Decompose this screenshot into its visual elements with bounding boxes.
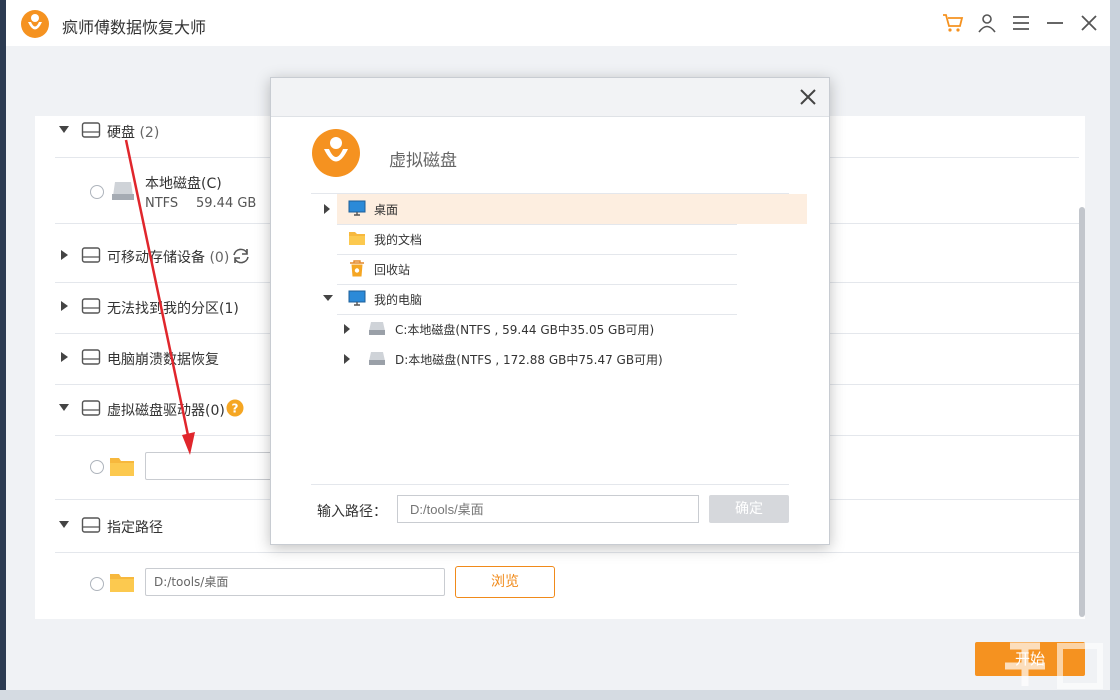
disk-size: 59.44 GB	[196, 196, 257, 211]
chevron-right-icon[interactable]	[61, 352, 69, 362]
tree-item-desktop[interactable]: 桌面	[324, 194, 807, 224]
chevron-down-icon[interactable]	[59, 404, 69, 412]
disk-filesystem: NTFS	[145, 196, 179, 211]
help-icon[interactable]: ?	[226, 399, 244, 417]
folder-icon	[349, 232, 365, 245]
section-label: 指定路径	[107, 520, 163, 536]
chevron-right-icon[interactable]	[61, 250, 69, 260]
hard-drive-icon	[81, 247, 101, 263]
tree-item-recycle-bin[interactable]: 回收站	[337, 254, 807, 284]
section-label: 虚拟磁盘驱动器(0)	[107, 403, 225, 419]
chevron-down-icon[interactable]	[323, 295, 333, 302]
divider	[311, 484, 789, 485]
virtual-disk-dialog: 虚拟磁盘 桌面 我的文档 回收站 我的电脑 C:本地磁盘(NTFS , 59.4…	[270, 77, 830, 545]
list-item-specified-path[interactable]: 浏览	[55, 552, 1079, 616]
dialog-header	[271, 78, 829, 117]
tree-item-label: 我的文档	[374, 233, 423, 247]
virtual-disk-path-input[interactable]	[145, 452, 285, 480]
section-label: 电脑崩溃数据恢复	[107, 352, 219, 368]
hard-drive-icon	[81, 122, 101, 138]
folder-icon	[110, 574, 134, 592]
radio-button[interactable]	[90, 185, 104, 199]
cart-icon[interactable]	[940, 10, 966, 36]
path-label: 输入路径：	[317, 504, 387, 520]
minimize-icon[interactable]	[1042, 10, 1068, 36]
hard-drive-icon	[81, 298, 101, 314]
app-logo-icon	[312, 129, 360, 177]
disk-drive-icon	[112, 182, 134, 200]
section-label: 硬盘 (2)	[107, 125, 160, 141]
chevron-down-icon[interactable]	[59, 126, 69, 134]
specified-path-input[interactable]	[145, 568, 445, 596]
close-icon[interactable]	[797, 86, 819, 108]
tree-item-label: 桌面	[374, 203, 399, 217]
hard-drive-icon	[81, 517, 101, 533]
disk-drive-icon	[369, 322, 385, 335]
desktop-background-right	[1110, 0, 1120, 700]
app-title: 疯师傅数据恢复大师	[62, 18, 207, 37]
chevron-right-icon[interactable]	[344, 324, 351, 334]
tree-item-drive-c[interactable]: C:本地磁盘(NTFS , 59.44 GB中35.05 GB可用)	[344, 314, 827, 344]
disk-drive-icon	[369, 352, 385, 365]
monitor-icon	[348, 200, 366, 216]
folder-icon	[110, 458, 134, 476]
scrollbar[interactable]	[1079, 207, 1085, 617]
chevron-right-icon[interactable]	[61, 301, 69, 311]
tree-item-label: 回收站	[374, 263, 411, 277]
app-logo-icon	[21, 10, 49, 38]
monitor-icon	[348, 290, 366, 306]
radio-button[interactable]	[90, 460, 104, 474]
disk-name: 本地磁盘(C)	[145, 176, 222, 192]
desktop-background-bottom	[0, 690, 1120, 700]
tree-item-label: C:本地磁盘(NTFS , 59.44 GB中35.05 GB可用)	[395, 323, 655, 337]
watermark-logo-icon	[1005, 642, 1103, 689]
menu-icon[interactable]	[1008, 10, 1034, 36]
radio-button[interactable]	[90, 577, 104, 591]
chevron-right-icon[interactable]	[324, 204, 331, 214]
refresh-icon[interactable]	[231, 246, 251, 266]
browse-button[interactable]: 浏览	[455, 566, 555, 598]
dialog-title: 虚拟磁盘	[389, 151, 457, 171]
tree-item-drive-d[interactable]: D:本地磁盘(NTFS , 172.88 GB中75.47 GB可用)	[344, 344, 827, 374]
user-icon[interactable]	[974, 10, 1000, 36]
tree-item-my-computer[interactable]: 我的电脑	[323, 284, 807, 314]
tree-item-label: D:本地磁盘(NTFS , 172.88 GB中75.47 GB可用)	[395, 353, 663, 367]
chevron-right-icon[interactable]	[344, 354, 351, 364]
tree-item-documents[interactable]: 我的文档	[337, 224, 807, 254]
chevron-down-icon[interactable]	[59, 521, 69, 529]
recycle-bin-icon	[350, 260, 364, 277]
hard-drive-icon	[81, 400, 101, 416]
dialog-path-input[interactable]	[397, 495, 699, 523]
title-bar: 疯师傅数据恢复大师	[6, 0, 1110, 46]
tree-item-label: 我的电脑	[374, 293, 423, 307]
close-icon[interactable]	[1076, 10, 1102, 36]
confirm-button[interactable]: 确定	[709, 495, 789, 523]
section-label: 无法找到我的分区(1)	[107, 301, 239, 317]
svg-text:?: ?	[232, 402, 239, 416]
hard-drive-icon	[81, 349, 101, 365]
section-label: 可移动存储设备 (0)	[107, 250, 230, 266]
